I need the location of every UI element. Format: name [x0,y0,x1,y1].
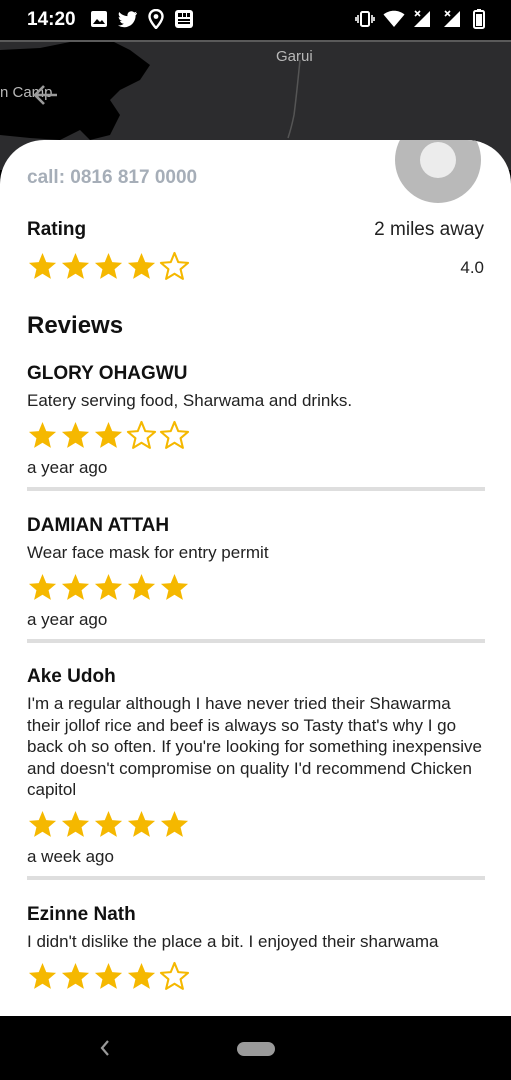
review-text: Wear face mask for entry permit [27,543,269,562]
review-stars [27,420,485,451]
review-divider [27,875,485,880]
system-nav-bar [0,1016,511,1080]
review-author: Ake Udoh [27,666,116,687]
review-text: Eatery serving food, Sharwama and drinks… [27,391,353,410]
nav-back-icon[interactable] [98,1034,112,1065]
review-item: Ezinne Nath I didn't dislike the place a… [27,903,485,992]
rating-value: 4.0 [460,258,484,277]
star-outline-icon [159,251,190,280]
star-filled-icon [94,810,123,837]
gallery-icon [91,11,107,27]
star-filled-icon [160,810,189,837]
review-author: Ezinne Nath [27,904,136,925]
status-left-icons [90,9,194,29]
signal-x-icon [414,10,430,27]
nav-home-pill[interactable] [237,1042,275,1056]
review-time: a year ago [27,609,108,629]
map-divider [0,40,511,42]
star-filled-icon [127,810,156,837]
star-filled-icon [127,252,156,279]
status-right-icons [355,9,485,29]
app-grid-icon [175,10,193,28]
location-button-dot [420,142,456,178]
signal-x-icon [444,10,460,27]
review-stars [27,809,485,840]
review-text: I'm a regular although I have never trie… [27,694,482,799]
star-filled-icon [127,573,156,600]
star-filled-icon [28,810,57,837]
star-filled-icon [61,962,90,989]
review-stars [27,961,485,992]
review-time: a year ago [27,457,108,477]
wifi-icon [383,10,405,27]
status-bar: 14:20 [0,0,511,40]
overall-rating-stars [27,251,190,282]
star-filled-icon [94,421,123,448]
star-outline-icon [126,420,157,449]
review-time: a week ago [27,846,114,866]
star-filled-icon [61,810,90,837]
location-button[interactable] [391,140,485,207]
arrow-back-icon[interactable] [30,80,60,110]
star-filled-icon [28,252,57,279]
review-divider [27,638,485,643]
review-item: Ake Udoh I'm a regular although I have n… [27,665,485,880]
status-time: 14:20 [27,9,76,30]
rating-label: Rating [27,219,87,240]
call-link[interactable]: call: 0816 817 0000 [27,167,197,189]
star-filled-icon [61,573,90,600]
distance-text: 2 miles away [374,219,484,240]
star-filled-icon [94,573,123,600]
star-filled-icon [94,252,123,279]
star-filled-icon [61,252,90,279]
star-filled-icon [160,573,189,600]
reviews-heading: Reviews [27,312,124,339]
battery-icon [473,9,485,29]
map-label: Garui [276,48,313,65]
star-filled-icon [94,962,123,989]
location-button-ring [395,140,481,203]
review-author: GLORY OHAGWU [27,363,188,384]
screen: 14:20 Garui n Camp call: 0816 817 0000 R… [0,0,511,1080]
review-stars [27,572,485,603]
star-filled-icon [28,962,57,989]
star-filled-icon [28,421,57,448]
star-filled-icon [61,421,90,448]
star-outline-icon [159,961,190,990]
vibrate-icon [355,11,375,27]
review-item: DAMIAN ATTAH Wear face mask for entry pe… [27,514,485,643]
review-author: DAMIAN ATTAH [27,515,170,536]
review-item: GLORY OHAGWU Eatery serving food, Sharwa… [27,362,485,491]
details-sheet: call: 0816 817 0000 Rating 2 miles away … [0,140,511,1016]
review-text: I didn't dislike the place a bit. I enjo… [27,932,439,951]
star-outline-icon [159,420,190,449]
star-filled-icon [28,573,57,600]
location-pin-icon [148,9,164,29]
star-filled-icon [127,962,156,989]
review-divider [27,486,485,491]
twitter-icon [118,11,137,28]
